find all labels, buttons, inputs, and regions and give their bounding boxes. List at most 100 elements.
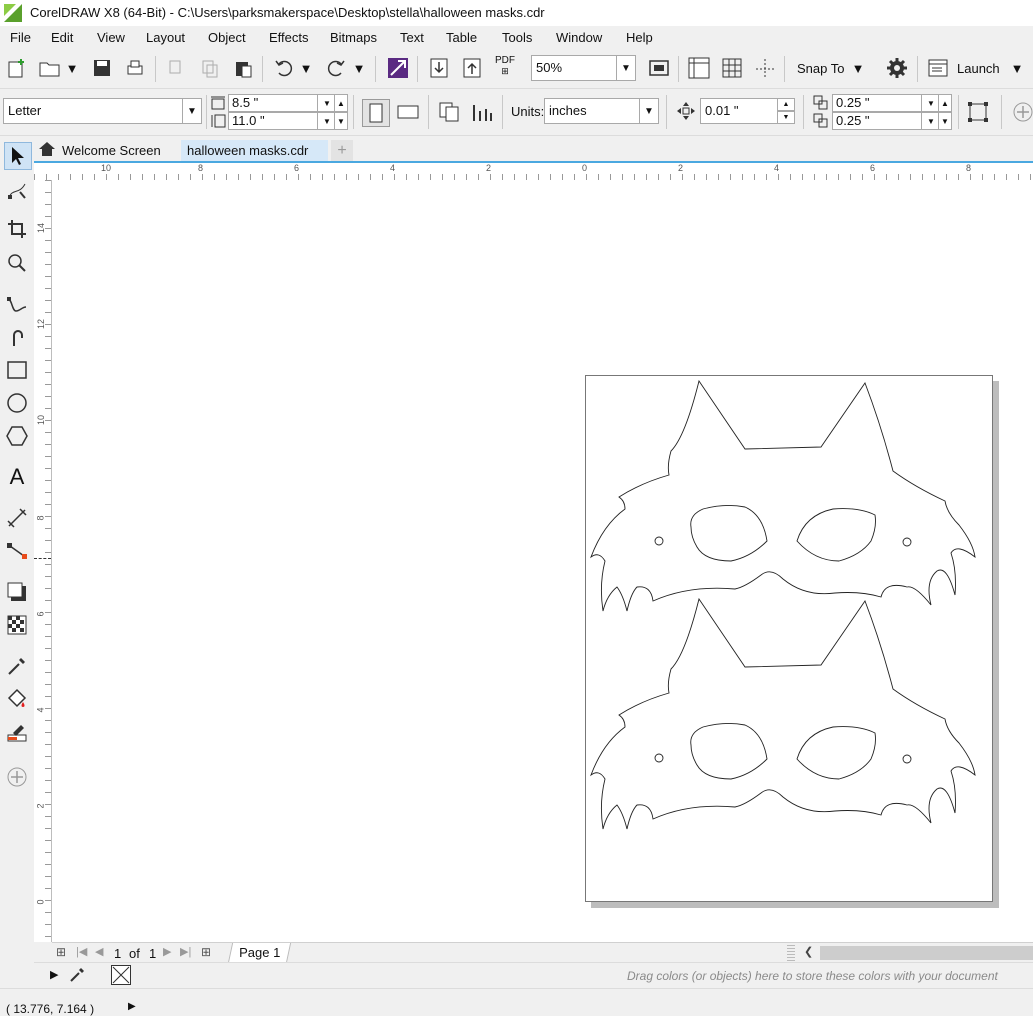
interactive-fill-tool-icon[interactable] — [5, 687, 29, 711]
paste-icon[interactable] — [231, 56, 255, 80]
dup-x-spinner-up-icon[interactable]: ▲ — [938, 94, 952, 112]
show-guidelines-icon[interactable] — [753, 56, 777, 80]
menu-table[interactable]: Table — [446, 30, 477, 45]
launch-label[interactable]: Launch — [957, 61, 1000, 76]
units-chevron-down-icon[interactable]: ▼ — [639, 98, 659, 124]
menu-tools[interactable]: Tools — [502, 30, 532, 45]
polygon-tool-icon[interactable] — [5, 424, 29, 448]
horizontal-ruler[interactable]: 10 8 6 4 2 0 2 4 6 8 — [34, 163, 1033, 181]
scroll-left-icon[interactable]: ❮ — [804, 945, 813, 958]
pick-tool-icon[interactable] — [4, 142, 32, 170]
zoom-tool-search-icon[interactable] — [5, 251, 29, 275]
open-recent-chevron-down-icon[interactable]: ▼ — [64, 56, 80, 80]
menu-layout[interactable]: Layout — [146, 30, 185, 45]
dup-y-spinner-down-icon[interactable]: ▼ — [938, 112, 952, 130]
menu-text[interactable]: Text — [400, 30, 424, 45]
last-page-icon[interactable]: ▶| — [180, 945, 191, 958]
units-select[interactable]: inches — [544, 98, 640, 124]
landscape-orientation-icon[interactable] — [395, 99, 421, 125]
launch-icon[interactable] — [926, 56, 950, 80]
page-size-chevron-down-icon[interactable]: ▼ — [182, 98, 202, 124]
print-icon[interactable] — [123, 56, 147, 80]
scrollbar-splitter[interactable] — [787, 945, 795, 961]
import-icon[interactable] — [427, 56, 451, 80]
duplicate-x-field[interactable]: 0.25 " — [832, 94, 922, 112]
freehand-tool-icon[interactable] — [5, 292, 29, 316]
mask-top[interactable] — [590, 379, 976, 612]
add-tool-icon[interactable] — [5, 765, 29, 789]
snap-to-chevron-down-icon[interactable]: ▼ — [849, 56, 867, 80]
export-icon[interactable] — [460, 56, 484, 80]
transparency-tool-icon[interactable] — [5, 613, 29, 637]
menu-file[interactable]: File — [10, 30, 31, 45]
tab-welcome-screen[interactable]: Welcome Screen — [56, 140, 167, 161]
eyedropper-tool-icon[interactable] — [5, 654, 29, 678]
page-size-select[interactable]: Letter — [3, 98, 183, 124]
new-document-icon[interactable] — [5, 56, 29, 80]
width-spinner-up-icon[interactable]: ▲ — [334, 94, 348, 112]
snap-to-label[interactable]: Snap To — [797, 61, 844, 76]
eyedropper-icon[interactable] — [67, 965, 87, 985]
page-height-field[interactable]: 11.0 " — [228, 112, 318, 130]
undo-chevron-down-icon[interactable]: ▼ — [298, 56, 314, 80]
open-folder-icon[interactable] — [38, 56, 62, 80]
add-page-after-icon[interactable]: ⊞ — [201, 945, 211, 959]
status-expand-icon[interactable]: ▶ — [128, 1001, 136, 1012]
palette-expand-icon[interactable]: ▶ — [50, 968, 58, 981]
save-icon[interactable] — [90, 56, 114, 80]
portrait-orientation-icon[interactable] — [362, 99, 390, 127]
halloween-masks-artwork[interactable] — [585, 375, 993, 902]
zoom-dropdown-chevron-down-icon[interactable]: ▼ — [616, 55, 636, 81]
menu-edit[interactable]: Edit — [51, 30, 73, 45]
rectangle-tool-icon[interactable] — [5, 358, 29, 382]
nudge-spinner-down-icon[interactable]: ▼ — [777, 111, 795, 124]
shape-tool-icon[interactable] — [5, 179, 29, 203]
menu-object[interactable]: Object — [208, 30, 246, 45]
publish-pdf-icon[interactable]: PDF ⊞ — [493, 54, 517, 78]
home-icon[interactable] — [37, 139, 57, 159]
next-page-icon[interactable]: ▶ — [163, 945, 171, 958]
redo-chevron-down-icon[interactable]: ▼ — [351, 56, 367, 80]
horizontal-scrollbar-thumb[interactable] — [820, 946, 1033, 960]
menu-effects[interactable]: Effects — [269, 30, 309, 45]
no-color-swatch-icon[interactable] — [111, 965, 131, 985]
page-1-tab[interactable]: Page 1 — [227, 943, 292, 963]
artistic-media-tool-icon[interactable] — [5, 325, 29, 349]
menu-help[interactable]: Help — [626, 30, 653, 45]
menu-bitmaps[interactable]: Bitmaps — [330, 30, 377, 45]
cut-icon[interactable] — [165, 56, 189, 80]
nudge-spinner-up-icon[interactable]: ▲ — [777, 98, 795, 111]
crop-tool-icon[interactable] — [5, 217, 29, 241]
new-tab-add-button[interactable]: + — [331, 140, 353, 161]
show-rulers-icon[interactable] — [687, 56, 711, 80]
treat-as-filled-icon[interactable] — [965, 99, 991, 125]
text-tool-icon[interactable]: A — [5, 464, 29, 489]
zoom-level-field[interactable]: 50% — [531, 55, 617, 81]
dimension-tool-icon[interactable] — [5, 506, 29, 530]
add-icon[interactable] — [1010, 99, 1033, 125]
height-spinner-down-icon[interactable]: ▼ — [334, 112, 348, 130]
connector-tool-icon[interactable] — [5, 539, 29, 563]
redo-icon[interactable] — [324, 56, 348, 80]
ellipse-tool-icon[interactable] — [5, 391, 29, 415]
nudge-distance-field[interactable]: 0.01 " — [700, 98, 778, 124]
page-width-field[interactable]: 8.5 " — [228, 94, 318, 112]
add-page-before-icon[interactable]: ⊞ — [56, 945, 66, 959]
menu-window[interactable]: Window — [556, 30, 602, 45]
all-pages-icon[interactable] — [436, 99, 462, 125]
drop-shadow-tool-icon[interactable] — [5, 580, 29, 604]
mask-bottom[interactable] — [590, 597, 976, 830]
current-page-icon[interactable] — [469, 99, 495, 125]
smart-fill-tool-icon[interactable] — [5, 720, 29, 744]
first-page-icon[interactable]: |◀ — [76, 945, 87, 958]
launch-chevron-down-icon[interactable]: ▼ — [1008, 56, 1026, 80]
menu-view[interactable]: View — [97, 30, 125, 45]
drawing-canvas[interactable] — [52, 180, 1033, 942]
vertical-ruler[interactable]: 14 12 10 8 6 4 2 0 — [34, 180, 52, 942]
undo-icon[interactable] — [272, 56, 296, 80]
show-grid-icon[interactable] — [720, 56, 744, 80]
duplicate-y-field[interactable]: 0.25 " — [832, 112, 922, 130]
gear-icon[interactable] — [885, 56, 909, 80]
copy-icon[interactable] — [198, 56, 222, 80]
tab-halloween-masks[interactable]: halloween masks.cdr — [181, 140, 328, 161]
